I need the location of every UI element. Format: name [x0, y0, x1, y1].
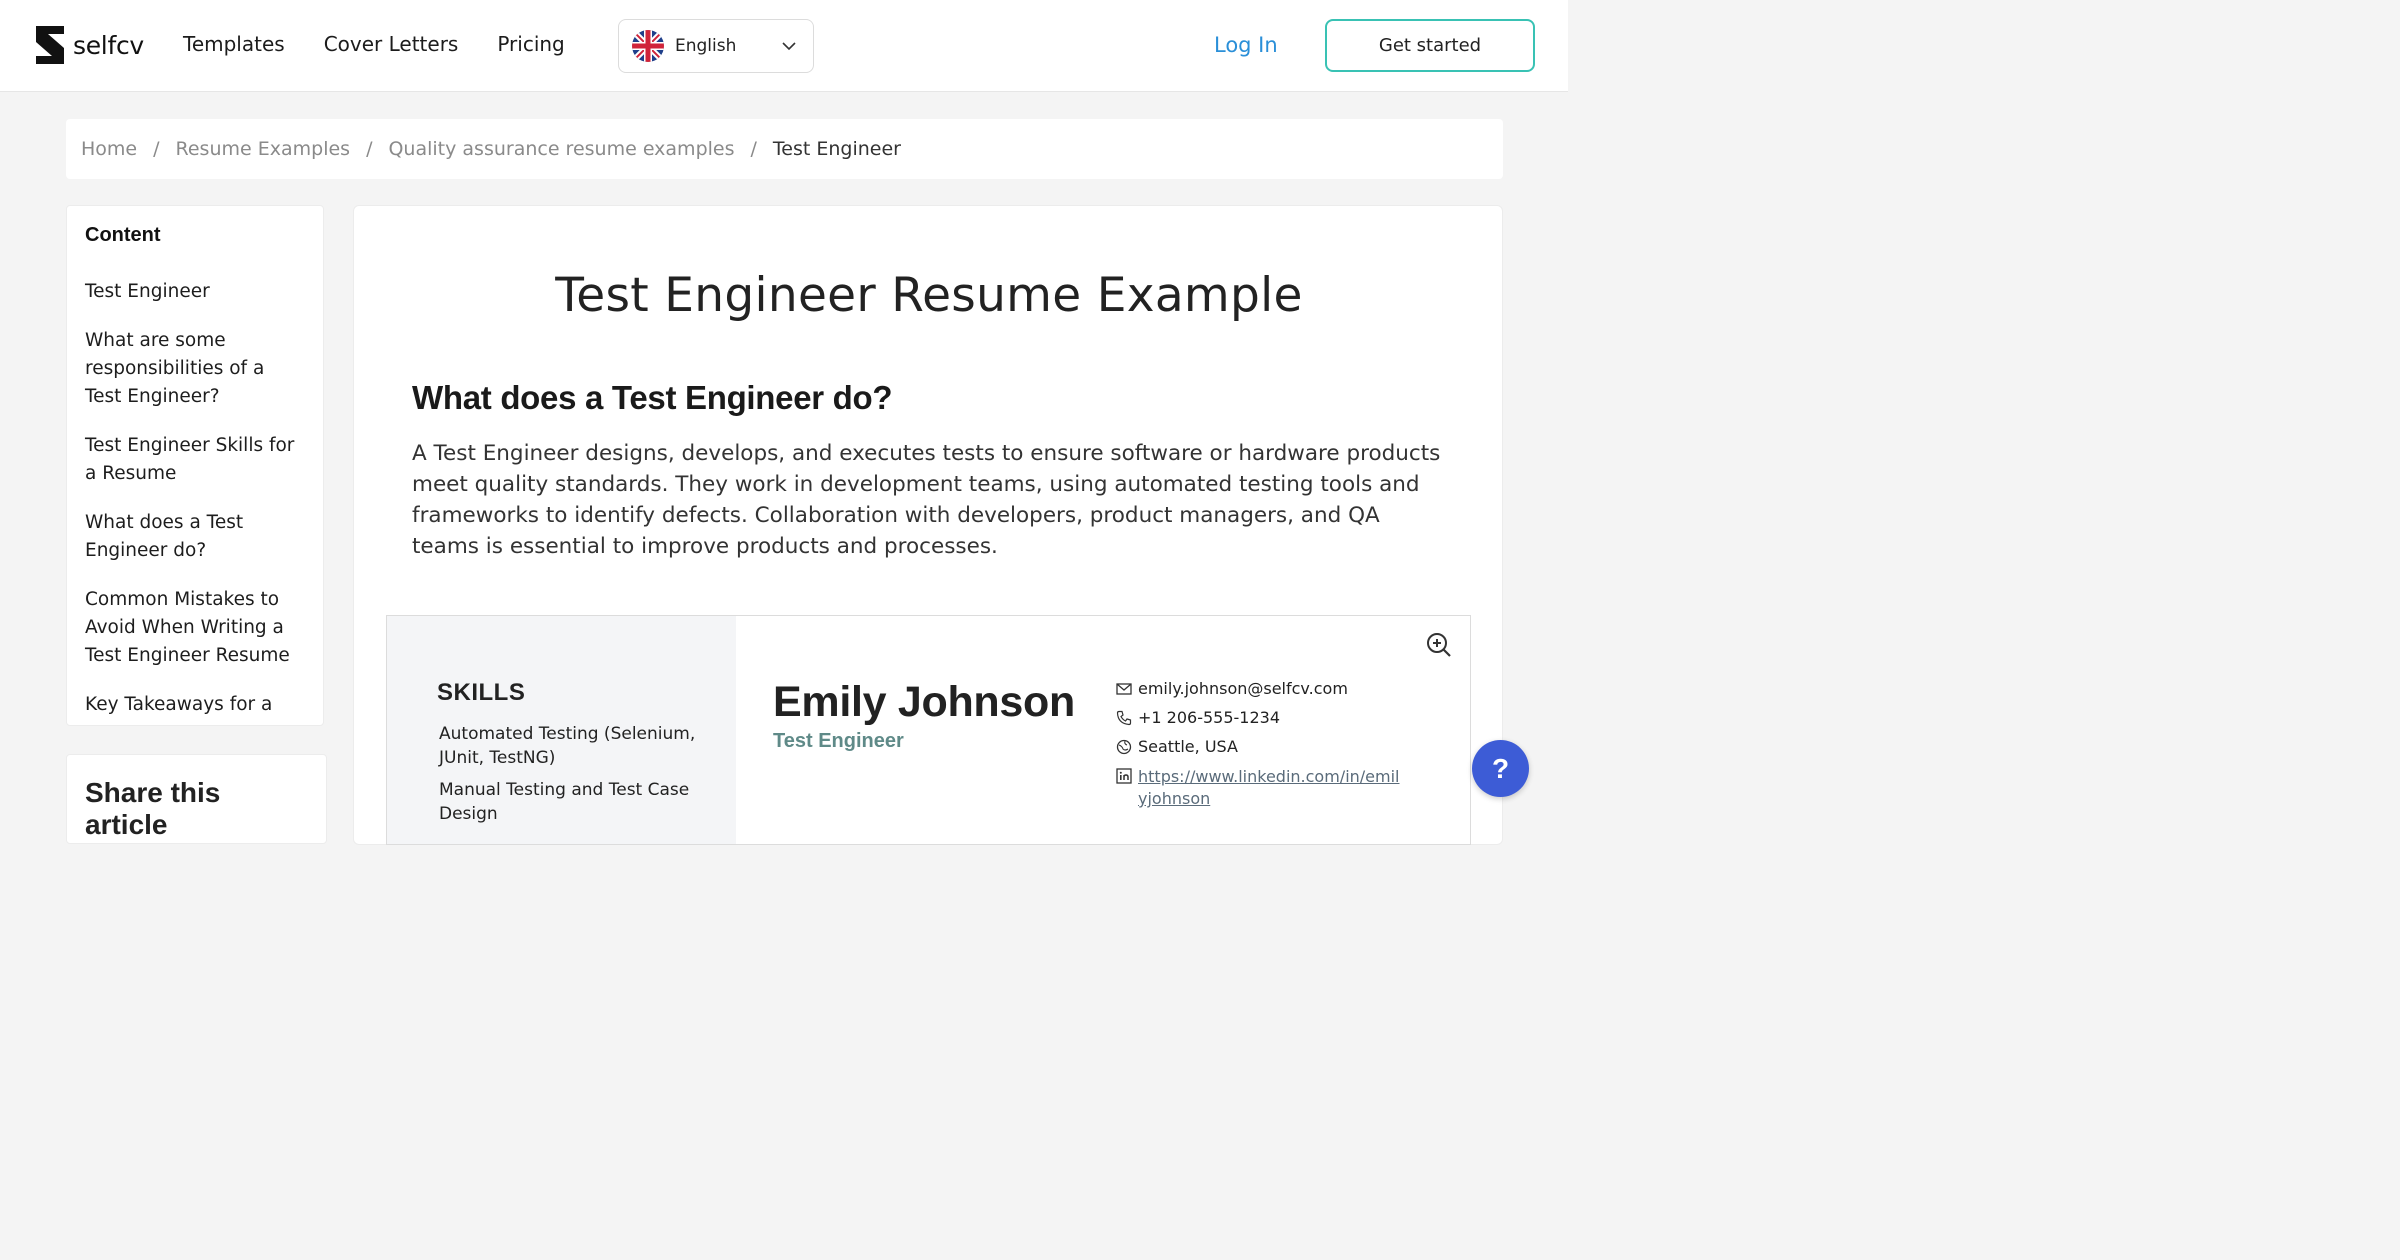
contact-linkedin: https://www.linkedin.com/in/emilyjohnson — [1116, 766, 1406, 810]
phone-icon — [1116, 710, 1132, 726]
breadcrumb-home[interactable]: Home — [81, 138, 137, 160]
zoom-in-icon[interactable] — [1426, 632, 1452, 658]
resume-name: Emily Johnson — [773, 678, 1075, 726]
chevron-down-icon — [782, 42, 796, 51]
toc-item[interactable]: Test Engineer Skills for a Resume — [85, 432, 305, 488]
contact-phone: +1 206-555-1234 — [1116, 708, 1280, 727]
nav-cover-letters[interactable]: Cover Letters — [324, 32, 459, 56]
language-select[interactable]: English — [618, 19, 814, 73]
breadcrumb-resume-examples[interactable]: Resume Examples — [176, 138, 351, 160]
skill-item: Manual Testing and Test Case Design — [439, 780, 690, 824]
toc-item[interactable]: What does a Test Engineer do? — [85, 509, 305, 565]
toc-item[interactable]: Common Mistakes to Avoid When Writing a … — [85, 586, 305, 670]
logo-text: selfcv — [73, 30, 144, 60]
share-title: Share this article — [85, 777, 221, 840]
nav-pricing[interactable]: Pricing — [497, 32, 564, 56]
breadcrumb-separator: / — [366, 138, 373, 160]
breadcrumb-qa-examples[interactable]: Quality assurance resume examples — [388, 138, 734, 160]
nav-templates[interactable]: Templates — [183, 32, 285, 56]
help-button[interactable]: ? — [1472, 740, 1529, 797]
resume-sidebar: SKILLS Automated Testing (Selenium, JUni… — [387, 616, 736, 844]
logo[interactable]: selfcv — [34, 26, 144, 64]
toc-item[interactable]: What are some responsibilities of a Test… — [85, 327, 305, 411]
contact-location: Seattle, USA — [1116, 737, 1238, 756]
language-label: English — [675, 36, 737, 56]
toc-title: Content — [85, 224, 161, 246]
skills-title: SKILLS — [437, 679, 526, 706]
breadcrumb-current: Test Engineer — [772, 138, 901, 160]
toc-item[interactable]: Test Engineer — [85, 278, 305, 306]
main-nav: Templates Cover Letters Pricing — [183, 32, 604, 56]
section-body: A Test Engineer designs, develops, and e… — [412, 441, 1441, 559]
site-header: selfcv Templates Cover Letters Pricing E… — [0, 0, 1568, 92]
contact-email: emily.johnson@selfcv.com — [1116, 679, 1348, 698]
contact-email-text: emily.johnson@selfcv.com — [1138, 679, 1348, 698]
resume-role: Test Engineer — [773, 730, 904, 752]
contact-phone-text: +1 206-555-1234 — [1138, 708, 1281, 727]
linkedin-icon — [1116, 768, 1132, 784]
resume-preview[interactable]: SKILLS Automated Testing (Selenium, JUni… — [386, 615, 1471, 845]
section-heading: What does a Test Engineer do? — [412, 379, 893, 416]
login-link[interactable]: Log In — [1214, 33, 1278, 57]
share-panel: Share this article — [66, 754, 327, 844]
skill-item: Automated Testing (Selenium, JUnit, Test… — [439, 724, 696, 768]
contact-location-text: Seattle, USA — [1138, 737, 1238, 756]
uk-flag-icon — [632, 30, 664, 62]
globe-icon — [1116, 739, 1132, 755]
get-started-button[interactable]: Get started — [1325, 19, 1535, 72]
table-of-contents: Content Test Engineer What are some resp… — [66, 205, 324, 726]
page-title: Test Engineer Resume Example — [555, 268, 1303, 323]
breadcrumb-separator: / — [153, 138, 160, 160]
toc-item[interactable]: Key Takeaways for a — [85, 691, 305, 719]
selfcv-logo-icon — [36, 26, 64, 64]
breadcrumb-separator: / — [750, 138, 757, 160]
breadcrumb: Home / Resume Examples / Quality assuran… — [66, 119, 1503, 179]
linkedin-link[interactable]: https://www.linkedin.com/in/emilyjohnson — [1138, 766, 1406, 810]
mail-icon — [1116, 683, 1132, 695]
